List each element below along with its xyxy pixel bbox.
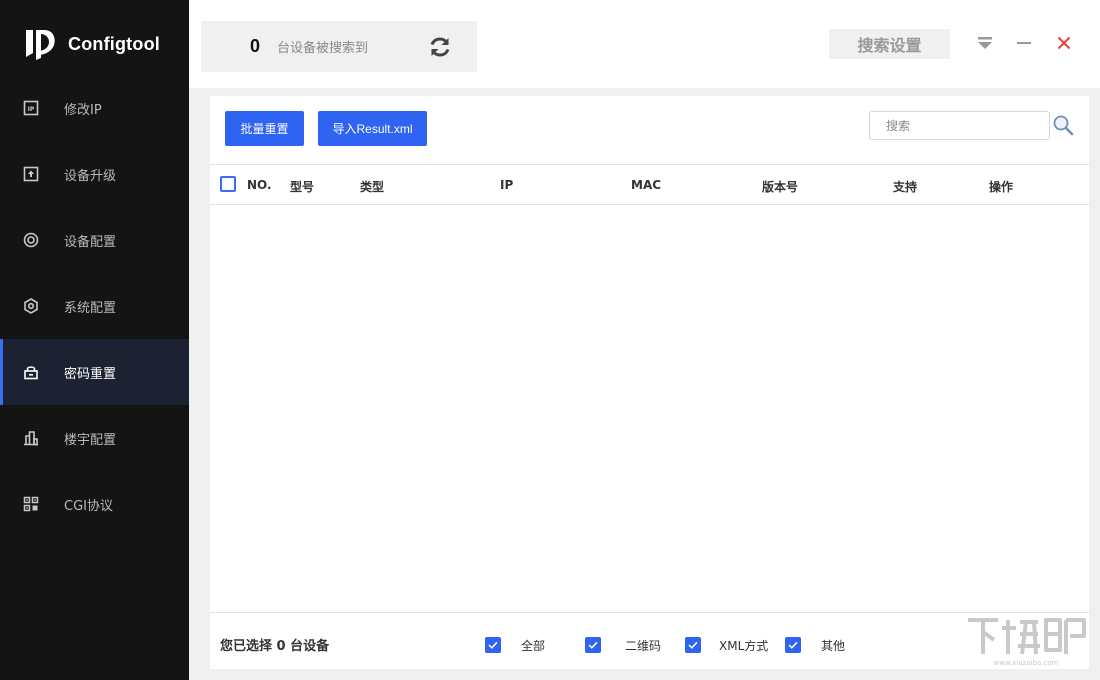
column-header-ip: IP	[500, 178, 514, 192]
sidebar-item-password-reset[interactable]: 密码重置	[0, 339, 189, 405]
sidebar-item-system-config[interactable]: 系统配置	[0, 273, 189, 339]
sidebar-item-label: CGI协议	[64, 498, 113, 514]
device-count-box: 0 台设备被搜索到	[201, 21, 477, 72]
ip-icon: IP	[22, 99, 40, 117]
logo-icon	[26, 30, 55, 60]
batch-reset-button[interactable]: 批量重置	[225, 111, 304, 146]
check-icon	[688, 641, 698, 649]
main-panel: 批量重置 导入Result.xml NO. 型号 类型 IP MAC 版本号 支…	[210, 96, 1089, 669]
app-name: Configtool	[68, 33, 160, 54]
target-icon	[22, 231, 40, 249]
minimize-icon	[1017, 42, 1031, 44]
filter-xml-checkbox[interactable]	[685, 637, 701, 653]
filter-all-checkbox[interactable]	[485, 637, 501, 653]
sidebar-item-device-config[interactable]: 设备配置	[0, 207, 189, 273]
sidebar-item-modify-ip[interactable]: IP 修改IP	[0, 75, 189, 141]
sidebar-item-label: 设备配置	[64, 234, 117, 250]
search-input[interactable]	[869, 111, 1050, 140]
svg-text:www.xiazaiba.com: www.xiazaiba.com	[994, 659, 1059, 667]
column-header-no: NO.	[247, 178, 272, 192]
select-all-checkbox[interactable]	[220, 176, 236, 192]
filter-other-checkbox[interactable]	[785, 637, 801, 653]
minimize-button[interactable]	[1014, 33, 1034, 53]
hexagon-gear-icon	[22, 297, 40, 315]
sidebar-item-label: 设备升级	[64, 168, 117, 184]
header-bar: 0 台设备被搜索到 搜索设置	[189, 0, 1100, 88]
column-header-support: 支持	[893, 180, 918, 194]
filter-qrcode-checkbox[interactable]	[585, 637, 601, 653]
sidebar-item-building-config[interactable]: 楼宇配置	[0, 405, 189, 471]
filter-xml-label: XML方式	[719, 639, 769, 653]
app-logo: Configtool	[24, 26, 160, 62]
building-icon	[22, 429, 40, 447]
search-settings-button[interactable]: 搜索设置	[829, 29, 950, 59]
close-button[interactable]	[1054, 33, 1074, 53]
sidebar-nav: IP 修改IP 设备升级 设备配置 系统配置 密码重置 楼宇配置 CGI协议	[0, 75, 189, 537]
column-header-actions: 操作	[989, 180, 1014, 194]
close-icon	[1057, 36, 1071, 50]
column-header-mac: MAC	[631, 178, 662, 192]
check-icon	[588, 641, 598, 649]
upload-icon	[22, 165, 40, 183]
import-result-xml-button[interactable]: 导入Result.xml	[318, 111, 427, 146]
dropdown-icon	[978, 37, 992, 49]
device-count-label: 台设备被搜索到	[277, 41, 369, 56]
sidebar: Configtool IP 修改IP 设备升级 设备配置 系统配置 密码重置 楼…	[0, 0, 189, 680]
sidebar-item-label: 系统配置	[64, 300, 117, 316]
check-icon	[788, 641, 798, 649]
sidebar-item-cgi-protocol[interactable]: CGI协议	[0, 471, 189, 537]
selected-count-text: 您已选择 0 台设备	[220, 639, 330, 654]
column-header-version: 版本号	[762, 180, 799, 194]
watermark-logo: www.xiazaiba.com	[968, 618, 1086, 667]
svg-text:IP: IP	[28, 106, 35, 113]
filter-other-label: 其他	[821, 639, 846, 653]
sidebar-item-label: 楼宇配置	[64, 432, 117, 448]
refresh-icon[interactable]	[427, 34, 453, 60]
column-header-type: 类型	[360, 180, 385, 194]
footer-bar: 您已选择 0 台设备 全部 二维码 XML方式 其他	[210, 612, 1089, 669]
sidebar-item-label: 密码重置	[64, 366, 117, 382]
filter-qrcode-label: 二维码	[625, 639, 662, 653]
sidebar-item-label: 修改IP	[64, 102, 102, 118]
check-icon	[488, 641, 498, 649]
table-header: NO. 型号 类型 IP MAC 版本号 支持 操作	[210, 164, 1089, 205]
search-icon[interactable]	[1052, 114, 1074, 136]
dropdown-menu-button[interactable]	[975, 33, 995, 53]
table-body	[210, 205, 1089, 612]
filter-all-label: 全部	[521, 639, 546, 653]
grid-icon	[22, 495, 40, 513]
sidebar-item-device-upgrade[interactable]: 设备升级	[0, 141, 189, 207]
column-header-model: 型号	[290, 180, 315, 194]
lock-icon	[22, 363, 40, 381]
device-count: 0	[249, 36, 260, 56]
